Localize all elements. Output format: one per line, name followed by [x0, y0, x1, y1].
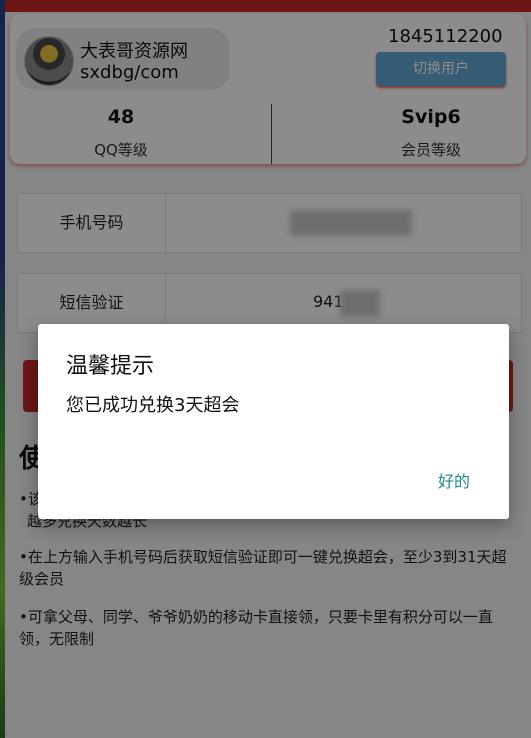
dialog-ok-button[interactable]: 好的 — [424, 468, 484, 496]
dialog-message: 您已成功兑换3天超会 — [66, 395, 240, 416]
dialog-title: 温馨提示 — [66, 354, 155, 379]
alert-dialog: 温馨提示 您已成功兑换3天超会 好的 — [38, 324, 509, 519]
